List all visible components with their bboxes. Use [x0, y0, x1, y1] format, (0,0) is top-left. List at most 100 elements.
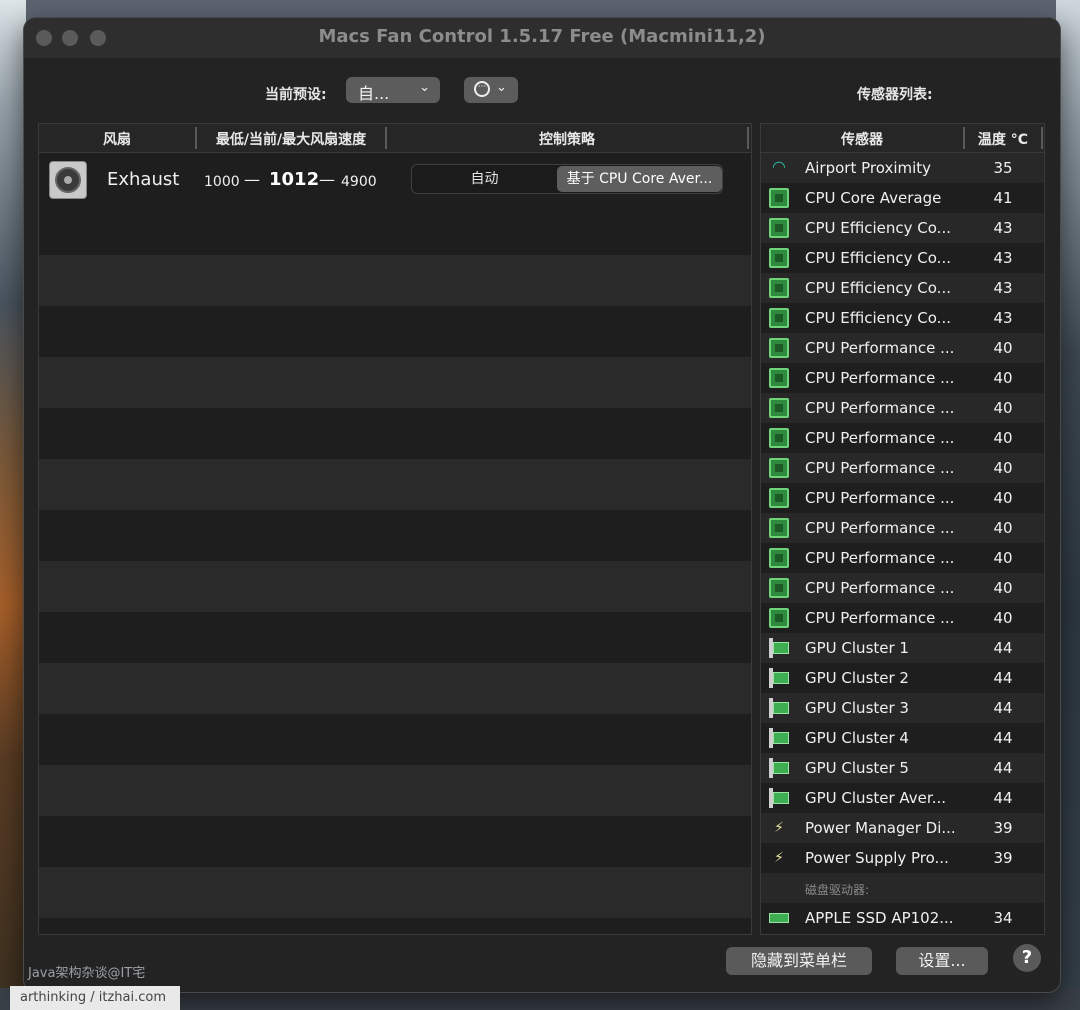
settings-button[interactable]: 设置... — [896, 947, 988, 975]
sensor-row[interactable]: ◠ Airport Proximity 35 — [761, 153, 1044, 183]
chevron-down-icon: ⌄ — [419, 80, 430, 95]
sensor-temperature: 40 — [993, 549, 1013, 567]
sensor-row[interactable]: GPU Cluster 5 44 — [761, 753, 1044, 783]
sensor-temperature: 44 — [993, 639, 1013, 657]
mode-sensor-based-button[interactable]: 基于 CPU Core Aver... — [557, 166, 722, 192]
sensor-row[interactable]: CPU Efficiency Co... 43 — [761, 213, 1044, 243]
sensor-temperature: 44 — [993, 759, 1013, 777]
sensor-temperature: 39 — [993, 849, 1013, 867]
bolt-icon: ⚡ — [774, 850, 784, 866]
sensor-temperature: 43 — [993, 309, 1013, 327]
ssd-icon — [769, 908, 789, 928]
sensor-temperature: 40 — [993, 609, 1013, 627]
sensor-name: CPU Performance ... — [805, 579, 955, 597]
preset-options-button[interactable]: ··· ⌄ — [464, 77, 518, 103]
sensor-name: Airport Proximity — [805, 159, 932, 177]
watermark-banner: arthinking / itzhai.com — [10, 986, 180, 1010]
column-header-fan[interactable]: 风扇 — [39, 129, 195, 149]
sensor-row[interactable]: ⚡ Power Supply Pro... 39 — [761, 843, 1044, 873]
sensor-temperature: 40 — [993, 399, 1013, 417]
sensor-row[interactable]: GPU Cluster 2 44 — [761, 663, 1044, 693]
sensor-temperature: 40 — [993, 489, 1013, 507]
cpu-icon — [769, 428, 789, 448]
sensor-name: CPU Performance ... — [805, 429, 955, 447]
sensor-name: GPU Cluster 1 — [805, 639, 909, 657]
column-header-speed[interactable]: 最低/当前/最大风扇速度 — [197, 129, 385, 149]
sensor-row[interactable]: CPU Performance ... 40 — [761, 573, 1044, 603]
sensor-name: CPU Performance ... — [805, 609, 955, 627]
cpu-icon — [769, 368, 789, 388]
gpu-icon — [769, 758, 789, 778]
speed-separator: — — [319, 170, 335, 189]
fan-name: Exhaust — [107, 169, 180, 190]
sensor-row[interactable]: CPU Performance ... 40 — [761, 393, 1044, 423]
sensor-name: CPU Performance ... — [805, 369, 955, 387]
sensor-name: GPU Cluster 2 — [805, 669, 909, 687]
sensor-row[interactable]: CPU Performance ... 40 — [761, 363, 1044, 393]
fan-max-speed: 4900 — [341, 174, 377, 190]
fan-table: 风扇 最低/当前/最大风扇速度 控制策略 Exhaust 1000 — 1012… — [38, 123, 752, 935]
sensor-name: GPU Cluster Aver... — [805, 789, 947, 807]
gpu-icon — [769, 668, 789, 688]
preset-value: 自... — [358, 84, 390, 103]
sensor-temperature: 39 — [993, 819, 1013, 837]
sensor-list-label: 传感器列表: — [857, 87, 933, 103]
gpu-icon — [769, 788, 789, 808]
preset-select[interactable]: 自... ⌄ — [346, 77, 440, 103]
cpu-icon — [769, 188, 789, 208]
cpu-icon — [769, 218, 789, 238]
column-divider — [1041, 127, 1043, 149]
sensor-row[interactable]: GPU Cluster 1 44 — [761, 633, 1044, 663]
sensor-row[interactable]: CPU Performance ... 40 — [761, 513, 1044, 543]
sensor-temperature: 43 — [993, 279, 1013, 297]
sensor-row[interactable]: CPU Performance ... 40 — [761, 543, 1044, 573]
cpu-icon — [769, 488, 789, 508]
sensor-row[interactable]: APPLE SSD AP102... 34 — [761, 903, 1044, 933]
empty-row — [39, 765, 751, 816]
sensor-name: APPLE SSD AP102... — [805, 909, 954, 927]
sensor-name: CPU Efficiency Co... — [805, 219, 951, 237]
fan-row[interactable]: Exhaust 1000 — 1012 — 4900 自动 基于 CPU Cor… — [39, 153, 751, 204]
sensor-row[interactable]: CPU Performance ... 40 — [761, 453, 1044, 483]
sensor-row[interactable]: GPU Cluster 3 44 — [761, 693, 1044, 723]
cpu-icon — [769, 608, 789, 628]
wifi-icon: ◠ — [772, 157, 786, 176]
sensor-row[interactable]: CPU Core Average 41 — [761, 183, 1044, 213]
sensor-row[interactable]: ⚡ Power Manager Di... 39 — [761, 813, 1044, 843]
sensor-row[interactable]: CPU Performance ... 40 — [761, 603, 1044, 633]
help-button[interactable]: ? — [1013, 944, 1041, 972]
disk-group-label: 磁盘驱动器: — [805, 883, 870, 897]
sensor-name: GPU Cluster 3 — [805, 699, 909, 717]
sensor-row[interactable]: CPU Efficiency Co... 43 — [761, 243, 1044, 273]
speed-separator: — — [244, 170, 260, 189]
mode-auto-button[interactable]: 自动 — [412, 165, 557, 193]
gpu-icon — [769, 638, 789, 658]
fan-icon — [49, 161, 87, 199]
bolt-icon: ⚡ — [774, 820, 784, 836]
hide-to-menubar-button[interactable]: 隐藏到菜单栏 — [726, 947, 872, 975]
sensor-table-header: 传感器 温度 °C — [761, 124, 1044, 153]
empty-row — [39, 255, 751, 306]
sensor-row[interactable]: GPU Cluster 4 44 — [761, 723, 1044, 753]
sensor-name: CPU Core Average — [805, 189, 942, 207]
sensor-name: CPU Performance ... — [805, 339, 955, 357]
sensor-temperature: 40 — [993, 579, 1013, 597]
watermark-text: Java架构杂谈@IT宅 — [28, 966, 146, 981]
column-header-sensor[interactable]: 传感器 — [761, 129, 963, 149]
sensor-row[interactable]: CPU Performance ... 40 — [761, 333, 1044, 363]
sensor-row[interactable]: CPU Efficiency Co... 43 — [761, 273, 1044, 303]
column-header-temperature[interactable]: 温度 °C — [965, 129, 1041, 149]
sensor-row[interactable]: CPU Efficiency Co... 43 — [761, 303, 1044, 333]
sensor-name: CPU Performance ... — [805, 399, 955, 417]
column-header-control[interactable]: 控制策略 — [387, 129, 747, 149]
sensor-row[interactable]: GPU Cluster Aver... 44 — [761, 783, 1044, 813]
sensor-row[interactable]: CPU Performance ... 40 — [761, 483, 1044, 513]
sensor-temperature: 41 — [993, 189, 1013, 207]
title-bar[interactable]: Macs Fan Control 1.5.17 Free (Macmini11,… — [24, 18, 1060, 58]
sensor-name: GPU Cluster 4 — [805, 729, 909, 747]
cpu-icon — [769, 548, 789, 568]
sensor-temperature: 34 — [993, 909, 1013, 927]
gpu-icon — [769, 698, 789, 718]
sensor-temperature: 40 — [993, 459, 1013, 477]
sensor-row[interactable]: CPU Performance ... 40 — [761, 423, 1044, 453]
